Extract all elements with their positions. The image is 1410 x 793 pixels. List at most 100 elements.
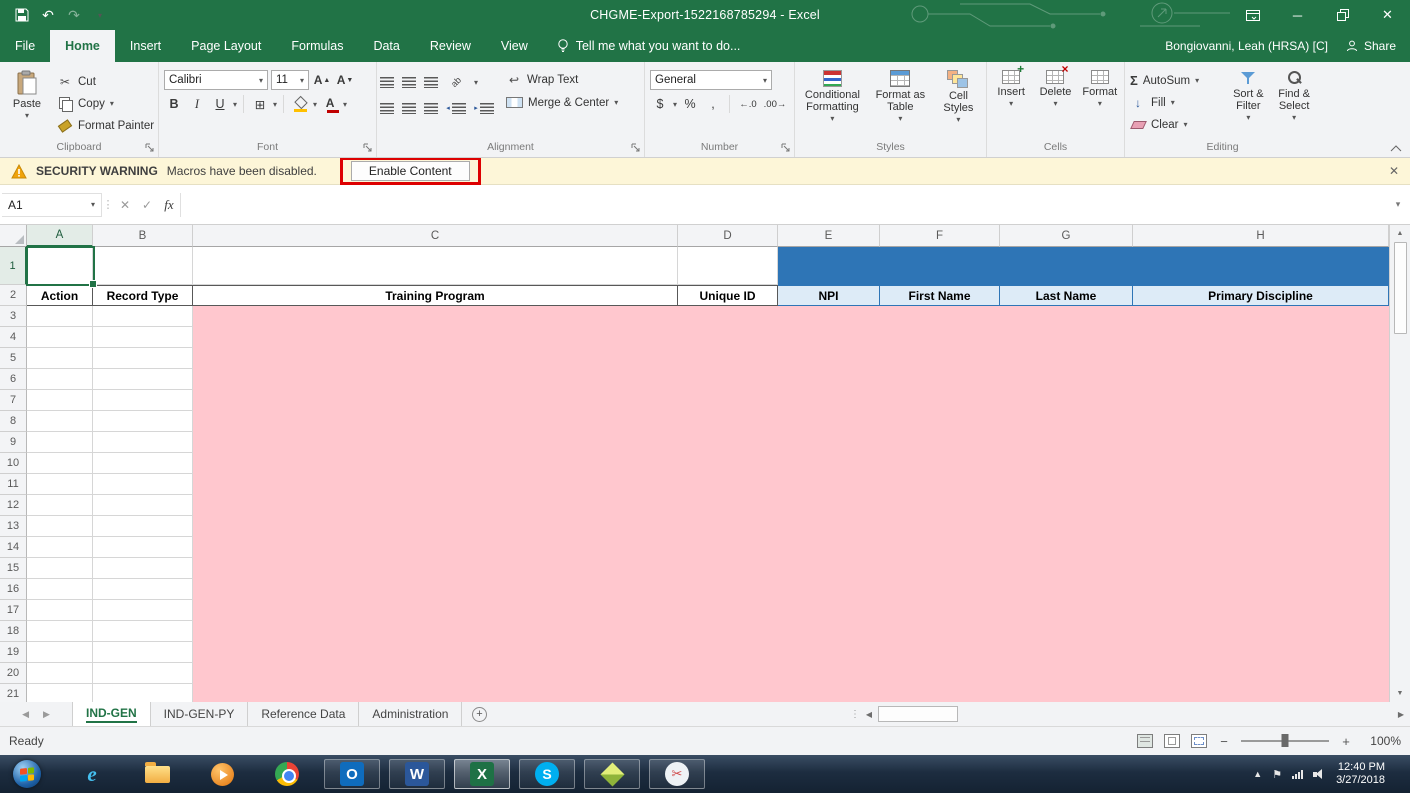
cell-C4[interactable] — [193, 327, 678, 348]
cell-E2[interactable]: NPI — [778, 285, 880, 306]
cell-C21[interactable] — [193, 684, 678, 702]
qat-customize-icon[interactable]: ▾ — [88, 4, 112, 26]
cell-D8[interactable] — [678, 411, 778, 432]
cell-A1[interactable] — [27, 247, 93, 285]
cell-G3[interactable] — [1000, 306, 1133, 327]
cell-C14[interactable] — [193, 537, 678, 558]
cell-A18[interactable] — [27, 621, 93, 642]
delete-cells-button[interactable]: Delete ▾ — [1034, 65, 1076, 107]
cell-C3[interactable] — [193, 306, 678, 327]
row-header-4[interactable]: 4 — [0, 327, 27, 348]
cell-G9[interactable] — [1000, 432, 1133, 453]
cell-F14[interactable] — [880, 537, 1000, 558]
tab-review[interactable]: Review — [415, 30, 486, 62]
cell-C8[interactable] — [193, 411, 678, 432]
cell-E19[interactable] — [778, 642, 880, 663]
merge-center-button[interactable]: Merge & Center▾ — [506, 93, 618, 112]
cell-A21[interactable] — [27, 684, 93, 702]
cell-A2[interactable]: Action — [27, 285, 93, 306]
cell-F19[interactable] — [880, 642, 1000, 663]
cell-H10[interactable] — [1133, 453, 1389, 474]
cell-A10[interactable] — [27, 453, 93, 474]
font-name-combo[interactable]: Calibri▾ — [164, 70, 268, 90]
copy-button[interactable]: Copy▾ — [57, 94, 154, 113]
cell-A16[interactable] — [27, 579, 93, 600]
horizontal-scrollbar[interactable]: ⋮ ◀ ▶ — [850, 702, 1410, 726]
select-all-button[interactable] — [0, 225, 27, 247]
warning-close-icon[interactable]: ✕ — [1389, 164, 1399, 178]
cell-F12[interactable] — [880, 495, 1000, 516]
cell-A17[interactable] — [27, 600, 93, 621]
cell-D18[interactable] — [678, 621, 778, 642]
decrease-indent-icon[interactable] — [446, 98, 466, 118]
cell-E15[interactable] — [778, 558, 880, 579]
row-header-14[interactable]: 14 — [0, 537, 27, 558]
column-header-E[interactable]: E — [778, 225, 880, 247]
middle-align-icon[interactable] — [402, 77, 416, 88]
font-color-button[interactable]: A — [320, 94, 340, 114]
cell-G6[interactable] — [1000, 369, 1133, 390]
format-painter-button[interactable]: Format Painter — [57, 116, 154, 135]
cell-D9[interactable] — [678, 432, 778, 453]
cell-H9[interactable] — [1133, 432, 1389, 453]
cell-F4[interactable] — [880, 327, 1000, 348]
cell-H5[interactable] — [1133, 348, 1389, 369]
row-header-20[interactable]: 20 — [0, 663, 27, 684]
cell-H7[interactable] — [1133, 390, 1389, 411]
cell-D4[interactable] — [678, 327, 778, 348]
close-icon[interactable]: ✕ — [1365, 0, 1410, 30]
vertical-scrollbar[interactable]: ▲ ▼ — [1389, 225, 1410, 702]
tab-page-layout[interactable]: Page Layout — [176, 30, 276, 62]
row-header-18[interactable]: 18 — [0, 621, 27, 642]
cell-F5[interactable] — [880, 348, 1000, 369]
tab-file[interactable]: File — [0, 30, 50, 62]
chrome-button[interactable] — [259, 759, 315, 789]
cell-C18[interactable] — [193, 621, 678, 642]
cell-E21[interactable] — [778, 684, 880, 702]
cell-C16[interactable] — [193, 579, 678, 600]
increase-decimal-icon[interactable] — [736, 99, 760, 110]
fill-color-dropdown-arrow[interactable]: ▾ — [313, 101, 317, 108]
undo-icon[interactable]: ↶ — [36, 4, 60, 26]
collapse-ribbon-icon[interactable] — [1390, 145, 1402, 152]
snipping-tool-button[interactable]: ✂ — [649, 759, 705, 789]
cell-D10[interactable] — [678, 453, 778, 474]
cancel-icon[interactable]: ✕ — [114, 193, 136, 217]
align-right-icon[interactable] — [424, 103, 438, 114]
cell-B5[interactable] — [93, 348, 193, 369]
cell-B6[interactable] — [93, 369, 193, 390]
cell-D11[interactable] — [678, 474, 778, 495]
cell-F7[interactable] — [880, 390, 1000, 411]
sheet-tab-administration[interactable]: Administration — [359, 702, 462, 726]
borders-button[interactable]: ⊞ — [250, 94, 270, 114]
cell-D12[interactable] — [678, 495, 778, 516]
cell-C2[interactable]: Training Program — [193, 285, 678, 306]
orientation-dropdown-arrow[interactable]: ▾ — [474, 79, 478, 86]
cell-D21[interactable] — [678, 684, 778, 702]
cell-B11[interactable] — [93, 474, 193, 495]
conditional-formatting-button[interactable]: Conditional Formatting ▾ — [798, 65, 867, 122]
word-button[interactable]: W — [389, 759, 445, 789]
internet-explorer-button[interactable]: e — [64, 759, 120, 789]
scroll-up-icon[interactable]: ▲ — [1390, 225, 1410, 242]
row-header-8[interactable]: 8 — [0, 411, 27, 432]
cell-G7[interactable] — [1000, 390, 1133, 411]
alignment-dialog-launcher[interactable] — [631, 143, 641, 153]
cell-D17[interactable] — [678, 600, 778, 621]
tab-data[interactable]: Data — [358, 30, 414, 62]
cell-H2[interactable]: Primary Discipline — [1133, 285, 1389, 306]
cell-H17[interactable] — [1133, 600, 1389, 621]
insert-cells-button[interactable]: Insert ▾ — [990, 65, 1032, 107]
number-dialog-launcher[interactable] — [781, 143, 791, 153]
row-header-17[interactable]: 17 — [0, 600, 27, 621]
cell-A12[interactable] — [27, 495, 93, 516]
enable-content-button[interactable]: Enable Content — [351, 161, 470, 181]
cell-D2[interactable]: Unique ID — [678, 285, 778, 306]
font-color-dropdown-arrow[interactable]: ▾ — [343, 101, 347, 108]
increase-indent-icon[interactable] — [474, 98, 494, 118]
cell-B17[interactable] — [93, 600, 193, 621]
file-explorer-button[interactable] — [129, 759, 185, 789]
cell-C19[interactable] — [193, 642, 678, 663]
row-header-11[interactable]: 11 — [0, 474, 27, 495]
page-layout-view-icon[interactable] — [1164, 734, 1180, 748]
